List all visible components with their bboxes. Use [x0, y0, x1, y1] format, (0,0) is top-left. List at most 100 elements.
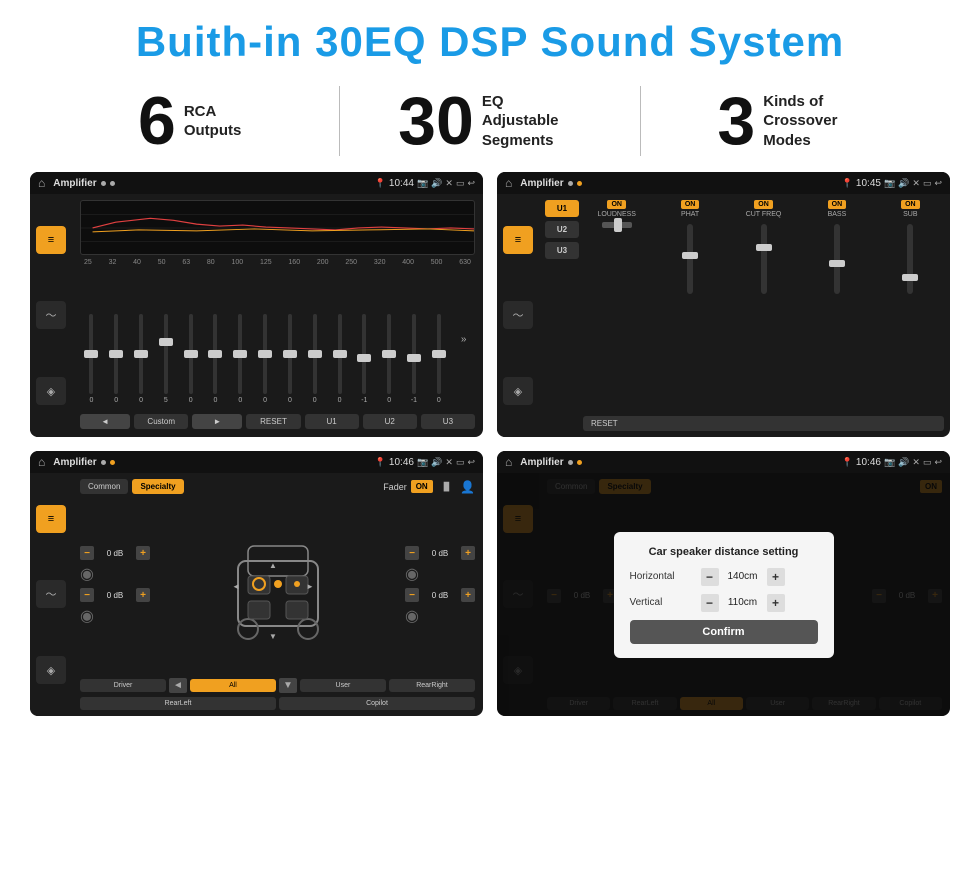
app-title-dialog: Amplifier: [520, 457, 563, 468]
eq-side-btn-2[interactable]: 〜: [36, 301, 66, 329]
freq-320: 320: [374, 259, 386, 266]
all-btn[interactable]: All: [190, 679, 276, 692]
eq-u1-btn[interactable]: U1: [305, 414, 359, 429]
horizontal-control: − 140cm +: [701, 568, 785, 586]
camera-icon-f: 📷: [417, 457, 428, 468]
status-bar-dialog: ⌂ Amplifier 📍 10:46 📷 🔊 ✕ ▭ ↩: [497, 451, 950, 473]
tab-specialty[interactable]: Specialty: [132, 479, 183, 494]
driver-btn[interactable]: Driver: [80, 679, 166, 692]
distance-dialog: Car speaker distance setting Horizontal …: [614, 532, 834, 658]
db-plus-4[interactable]: +: [461, 588, 475, 602]
home-icon-fader: ⌂: [38, 455, 45, 469]
eq-custom-btn[interactable]: Custom: [134, 414, 188, 429]
horizontal-row: Horizontal − 140cm +: [630, 568, 818, 586]
xo-ch-cutfreq: ON CUT FREQ: [730, 200, 797, 294]
left-arrow[interactable]: ◄: [169, 678, 187, 693]
slider-3[interactable]: 0: [130, 314, 153, 404]
db-plus-2[interactable]: +: [136, 588, 150, 602]
freq-50: 50: [158, 259, 166, 266]
slider-7[interactable]: 0: [229, 314, 252, 404]
status-bar-fader: ⌂ Amplifier 📍 10:46 📷 🔊 ✕ ▭ ↩: [30, 451, 483, 473]
confirm-button[interactable]: Confirm: [630, 620, 818, 644]
db-minus-1[interactable]: −: [80, 546, 94, 560]
horizontal-minus-btn[interactable]: −: [701, 568, 719, 586]
camera-icon-d: 📷: [884, 457, 895, 468]
eq-freq-labels: 25 32 40 50 63 80 100 125 160 200 250 32…: [80, 259, 475, 266]
slider-1[interactable]: 0: [80, 314, 103, 404]
db-val-1: 0 dB: [96, 549, 134, 558]
slider-9[interactable]: 0: [279, 314, 302, 404]
db-minus-4[interactable]: −: [405, 588, 419, 602]
xo-reset-btn[interactable]: RESET: [583, 416, 944, 431]
freq-160: 160: [288, 259, 300, 266]
dot-xo2: [577, 181, 582, 186]
eq-content: ≡ 〜 ◈ 2: [30, 194, 483, 437]
eq-side-btn-1[interactable]: ≡: [36, 226, 66, 254]
slider-expand[interactable]: »: [452, 334, 475, 345]
svg-text:▲: ▲: [269, 561, 277, 570]
eq-prev-btn[interactable]: ◄: [80, 414, 130, 429]
xo-side-btn-2[interactable]: 〜: [503, 301, 533, 329]
db-minus-2[interactable]: −: [80, 588, 94, 602]
xo-u1-btn[interactable]: U1: [545, 200, 579, 217]
slider-14[interactable]: -1: [403, 314, 426, 404]
xo-u2-btn[interactable]: U2: [545, 221, 579, 238]
eq-side-btn-3[interactable]: ◈: [36, 377, 66, 405]
xo-main: U1 U2 U3 ON LOUDNESS ON PHAT: [539, 194, 950, 437]
rearleft-btn[interactable]: RearLeft: [80, 697, 276, 710]
db-minus-3[interactable]: −: [405, 546, 419, 560]
eq-reset-btn[interactable]: RESET: [246, 414, 300, 429]
app-title-eq: Amplifier: [53, 178, 96, 189]
user-btn[interactable]: User: [300, 679, 386, 692]
slider-11[interactable]: 0: [328, 314, 351, 404]
eq-u3-btn[interactable]: U3: [421, 414, 475, 429]
eq-sliders: 0 0 0 5 0 0 0 0 0 0 0 -1 0 -1 0 »: [80, 270, 475, 408]
stat-eq: 30 EQ AdjustableSegments: [360, 87, 619, 155]
rearright-btn[interactable]: RearRight: [389, 679, 475, 692]
slider-15[interactable]: 0: [427, 314, 450, 404]
close-icon-xo: ✕: [912, 178, 920, 189]
db-val-2: 0 dB: [96, 591, 134, 600]
dot-xo1: [568, 181, 573, 186]
dot1: [101, 181, 106, 186]
fader-tabs: Common Specialty Fader ON ▐▌ 👤: [80, 479, 475, 494]
freq-40: 40: [133, 259, 141, 266]
xo-side-btn-3[interactable]: ◈: [503, 377, 533, 405]
vertical-minus-btn[interactable]: −: [701, 594, 719, 612]
app-title-xo: Amplifier: [520, 178, 563, 189]
slider-5[interactable]: 0: [179, 314, 202, 404]
fader-side-btn-2[interactable]: 〜: [36, 580, 66, 608]
vertical-plus-btn[interactable]: +: [767, 594, 785, 612]
on-badge-bass: ON: [828, 200, 847, 209]
xo-u3-btn[interactable]: U3: [545, 242, 579, 259]
on-badge-cutfreq: ON: [754, 200, 773, 209]
slider-13[interactable]: 0: [378, 314, 401, 404]
tab-common[interactable]: Common: [80, 479, 128, 494]
slider-2[interactable]: 0: [105, 314, 128, 404]
slider-6[interactable]: 0: [204, 314, 227, 404]
db-plus-1[interactable]: +: [136, 546, 150, 560]
fader-content: ≡ 〜 ◈ Common Specialty Fader ON ▐▌ 👤 −: [30, 473, 483, 716]
down-arrow[interactable]: ▼: [279, 678, 297, 693]
eq-u2-btn[interactable]: U2: [363, 414, 417, 429]
app-title-fader: Amplifier: [53, 457, 96, 468]
window-icon-f: ▭: [456, 457, 465, 468]
close-icon-d: ✕: [912, 457, 920, 468]
db-plus-3[interactable]: +: [461, 546, 475, 560]
eq-bottom-controls: ◄ Custom ► RESET U1 U2 U3: [80, 412, 475, 431]
copilot-btn[interactable]: Copilot: [279, 697, 475, 710]
fader-side-controls: ≡ 〜 ◈: [30, 473, 72, 716]
slider-12[interactable]: -1: [353, 314, 376, 404]
eq-next-btn[interactable]: ►: [192, 414, 242, 429]
slider-10[interactable]: 0: [303, 314, 326, 404]
dot-f1: [101, 460, 106, 465]
location-icon: 📍: [375, 178, 386, 189]
fader-side-btn-1[interactable]: ≡: [36, 505, 66, 533]
xo-side-btn-1[interactable]: ≡: [503, 226, 533, 254]
horizontal-plus-btn[interactable]: +: [767, 568, 785, 586]
car-diagram: ▲ ▼ ◄ ►: [154, 521, 401, 651]
slider-4[interactable]: 5: [154, 314, 177, 404]
camera-icon-xo: 📷: [884, 178, 895, 189]
slider-8[interactable]: 0: [254, 314, 277, 404]
fader-side-btn-3[interactable]: ◈: [36, 656, 66, 684]
